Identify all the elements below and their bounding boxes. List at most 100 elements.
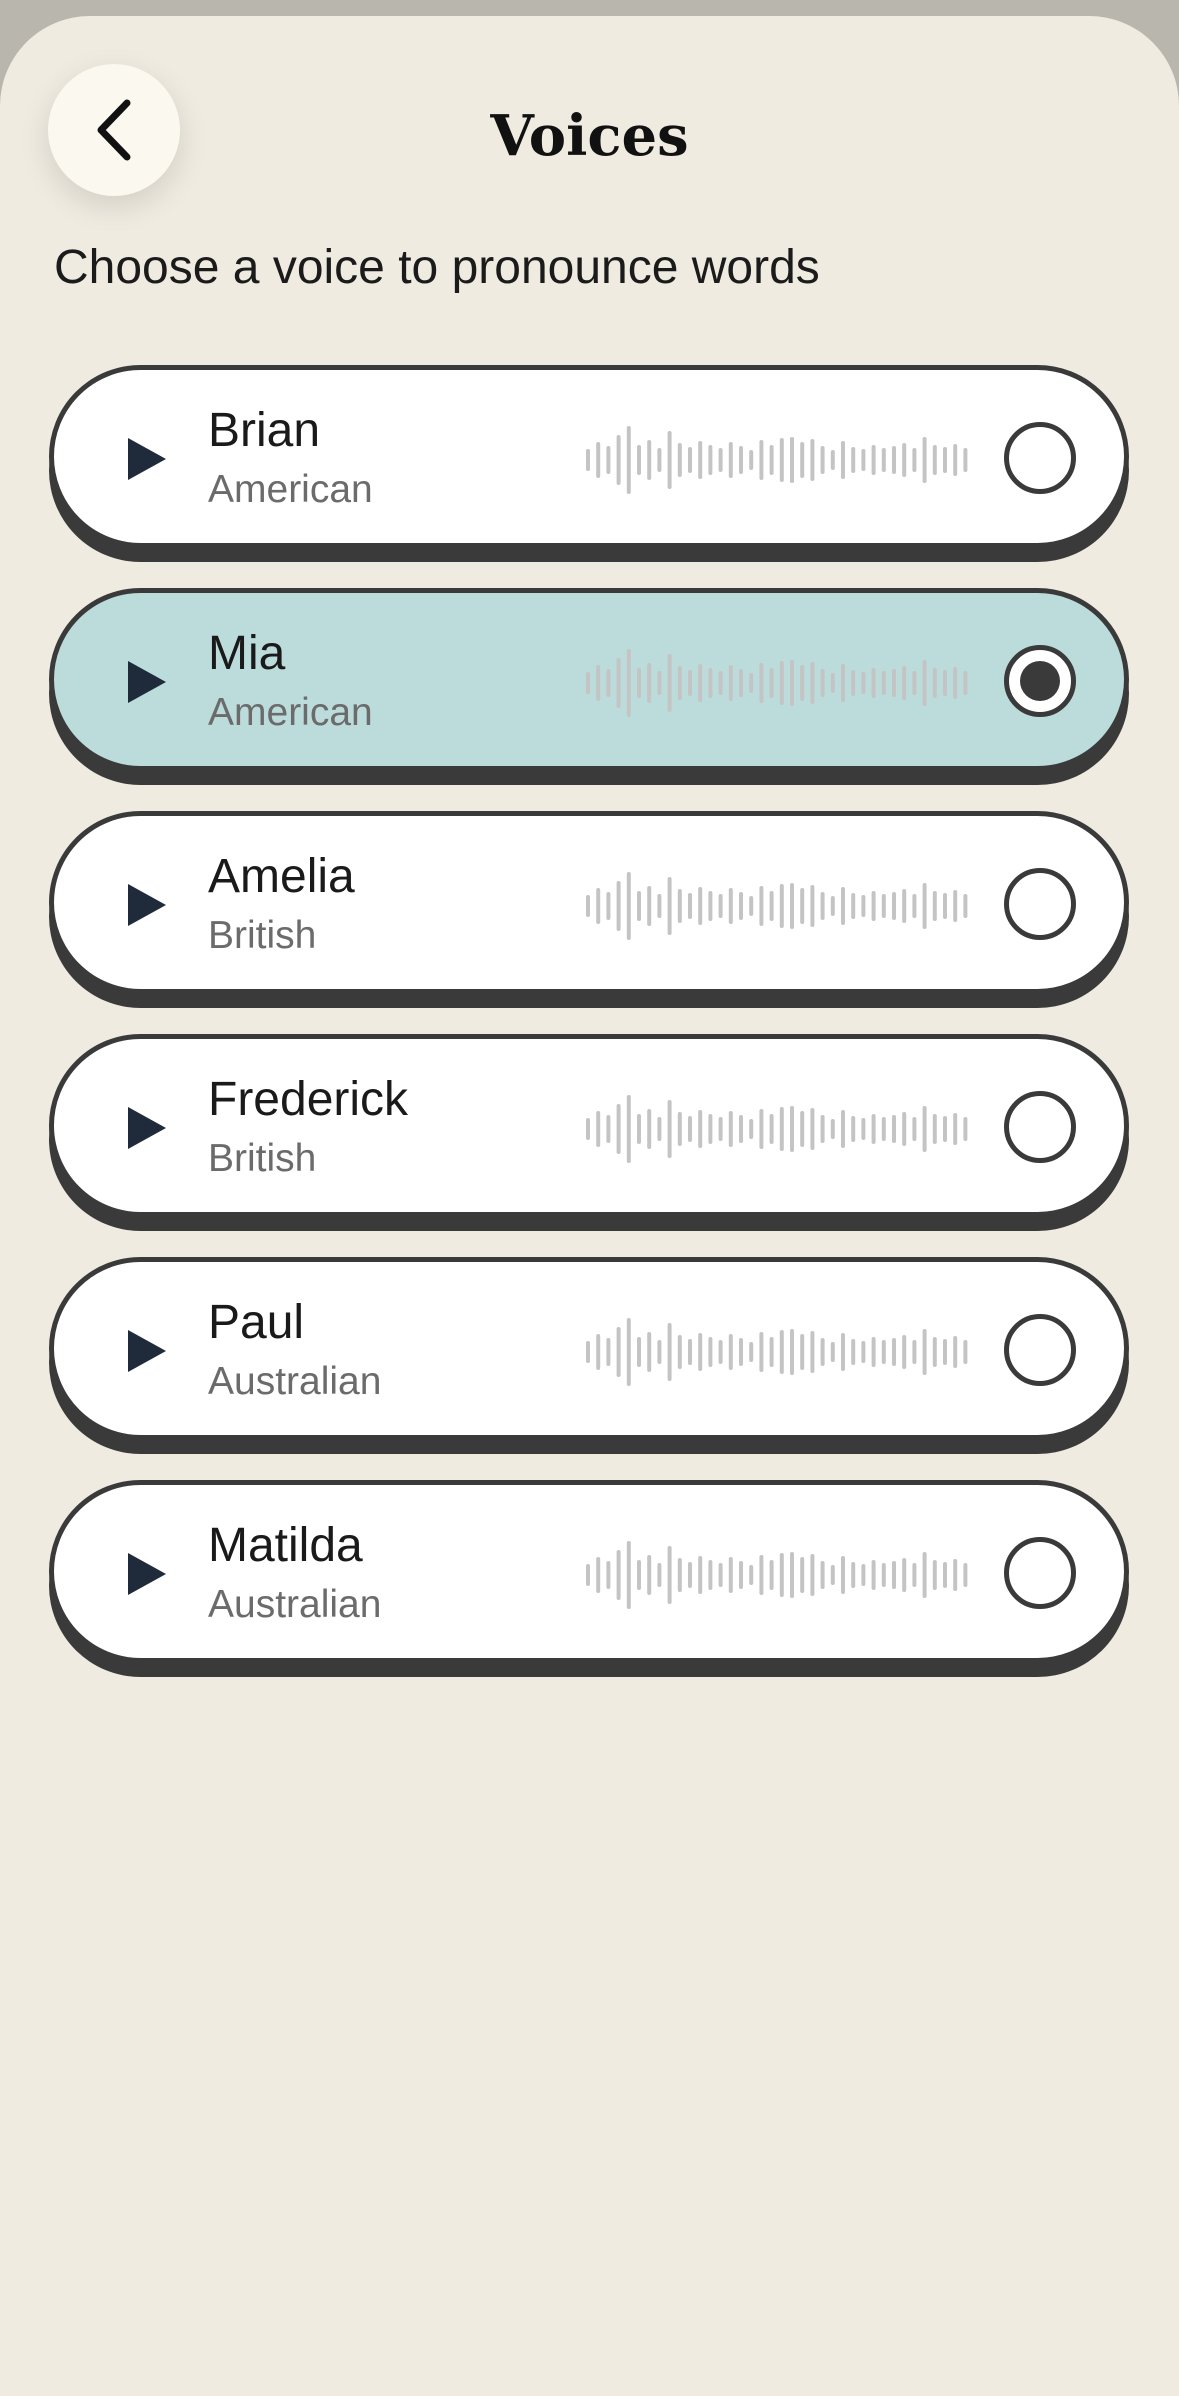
waveform-bar [912,1563,917,1587]
waveform-bar [963,894,968,918]
waveform-bar [902,1112,907,1146]
waveform-bar [606,1561,611,1589]
waveform-bar [606,669,611,697]
voice-radio-button[interactable] [1004,1314,1076,1386]
waveform-bar [637,1114,641,1144]
waveform-bar [790,1329,794,1375]
voice-radio-button[interactable] [1004,868,1076,940]
waveform-bar [810,662,815,704]
waveform-bar [698,1333,703,1371]
waveform-bar [943,447,947,473]
waveform-bar [728,665,733,701]
voice-radio-button[interactable] [1004,645,1076,717]
waveform-bar [861,1118,866,1140]
play-icon[interactable] [122,434,172,484]
waveform-bar [841,664,845,702]
waveform-bar [677,889,682,923]
play-icon[interactable] [122,657,172,707]
waveform-bar [626,426,631,494]
waveform-bar [912,1340,917,1364]
waveform-bar [739,892,743,920]
waveform-bar [932,1560,937,1590]
waveform-bar [922,1552,927,1598]
waveform-bar [637,1560,641,1590]
waveform-bar [943,670,947,696]
waveform-bar [922,437,927,483]
waveform-bar [841,887,845,925]
waveform-bar [759,663,764,703]
voice-option-brian[interactable]: Brian American [49,365,1129,548]
waveform-bar [647,1332,652,1372]
voice-option-matilda[interactable]: Matilda Australian [49,1480,1129,1663]
waveform-bar [728,888,733,924]
play-icon[interactable] [122,1326,172,1376]
waveform-bar [953,444,958,476]
waveform-bar [596,1111,601,1147]
voice-accent: British [208,1137,317,1180]
waveform-bar [718,671,723,695]
waveform-bar [708,668,713,698]
waveform-bar [677,1335,682,1369]
waveform-bar [851,447,856,473]
voice-radio-button[interactable] [1004,422,1076,494]
waveform-bar [790,1552,794,1598]
waveform-bar [820,669,825,697]
waveform-bar [728,1557,733,1593]
waveform-bar [606,1338,611,1366]
waveform-bar [769,445,774,475]
waveform-bar [922,660,927,706]
waveform-bar [698,1110,703,1148]
waveform-bar [677,1558,682,1592]
waveform-bar [606,892,611,920]
voice-name: Brian [208,404,321,457]
waveform-bar [616,658,621,708]
waveform-bar [800,1111,805,1147]
play-icon[interactable] [122,1549,172,1599]
waveform-bar [657,671,662,695]
waveform-bar [728,1334,733,1370]
voice-option-frederick[interactable]: Frederick British [49,1034,1129,1217]
waveform-bar [892,892,896,920]
waveform-bar [616,881,621,931]
waveform-bar [769,1337,774,1367]
waveform-bar [749,1342,754,1362]
waveform-bar [698,1556,703,1594]
waveform-bar [963,1563,968,1587]
waveform-bar [830,1342,835,1362]
voice-option-mia[interactable]: Mia American [49,588,1129,771]
voice-option-amelia[interactable]: Amelia British [49,811,1129,994]
page-title: Voices [490,103,689,169]
voice-radio-button[interactable] [1004,1091,1076,1163]
waveform-bar [881,1340,886,1364]
waveform-bar [932,1114,937,1144]
waveform-bar [932,1337,937,1367]
waveform-bar [718,894,723,918]
waveform-bar [810,1108,815,1150]
waveform-bar [943,893,947,919]
voice-accent: American [208,468,373,511]
waveform-bar [892,1561,896,1589]
waveform-bar [616,1104,621,1154]
waveform-bar [657,1563,662,1587]
waveform-bar [902,1335,907,1369]
play-icon[interactable] [122,1103,172,1153]
waveform-bar [667,654,672,712]
play-icon[interactable] [122,880,172,930]
voice-radio-button[interactable] [1004,1537,1076,1609]
waveform-bar [912,894,917,918]
waveform-bar [708,1560,713,1590]
waveform-bar [963,671,968,695]
voice-list: Brian American Mia American Amelia Briti… [49,365,1129,1703]
waveform-bar [953,1336,958,1368]
waveform-bar [912,1117,917,1141]
waveform-bar [871,1337,876,1367]
waveform-bar [779,884,784,928]
voice-option-paul[interactable]: Paul Australian [49,1257,1129,1440]
voices-sheet: Voices Choose a voice to pronounce words… [0,16,1179,2396]
waveform-bar [841,1333,845,1371]
waveform-bar [881,671,886,695]
waveform-bar [759,1109,764,1149]
waveform-bar [922,1106,927,1152]
waveform-bar [626,1318,631,1386]
waveform-bar [688,1339,692,1365]
